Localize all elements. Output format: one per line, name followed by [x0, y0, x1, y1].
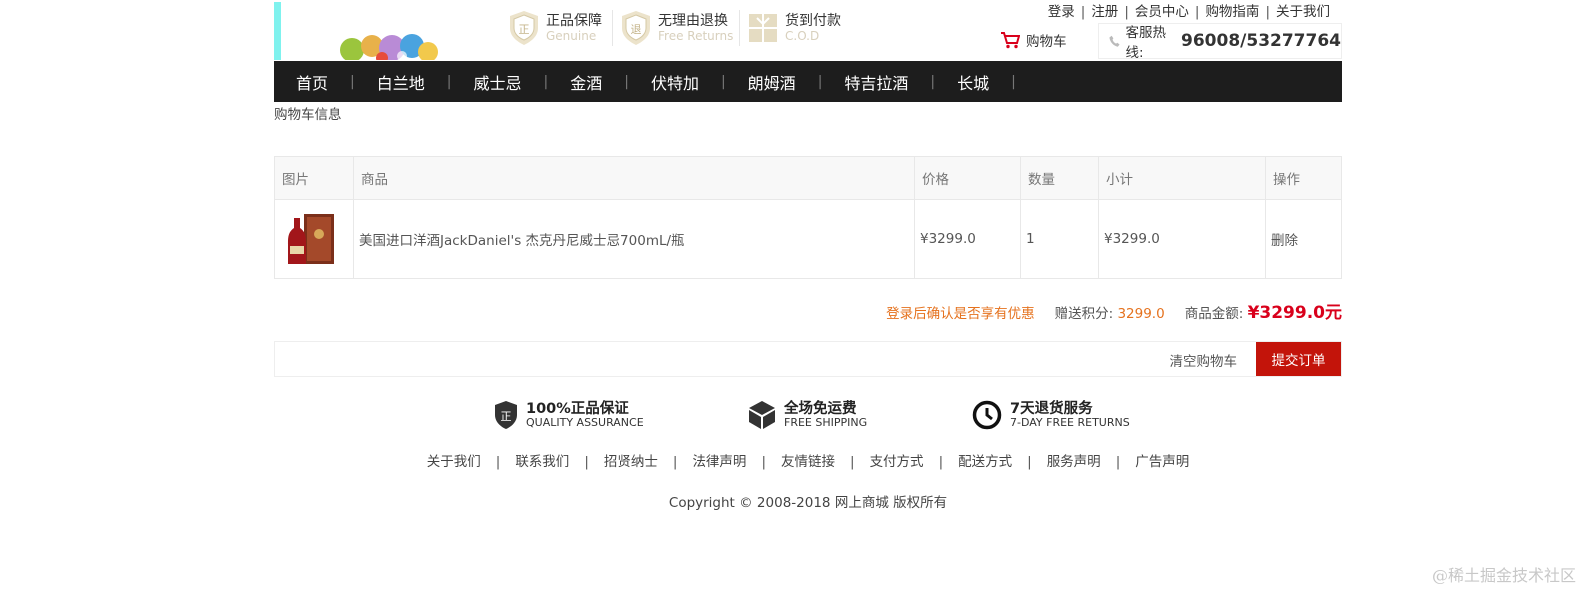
register-link[interactable]: 注册 — [1085, 4, 1124, 20]
copyright: Copyright © 2008-2018 网上商城 版权所有 — [668, 495, 948, 511]
breadcrumb: 购物车信息 — [274, 107, 342, 123]
table-header-row: 图片 商品 价格 数量 小计 操作 — [274, 156, 1342, 200]
submit-order-button[interactable]: 提交订单 — [1256, 342, 1341, 376]
guarantee-title: 7天退货服务 — [1010, 401, 1093, 417]
amount-label: 商品金额: — [1184, 306, 1244, 322]
footer-link-delivery[interactable]: 配送方式 — [943, 454, 1027, 470]
promise-cod: 货到付款 C.O.D — [747, 8, 841, 48]
footer-links: 关于我们 | 联系我们 | 招贤纳士 | 法律声明 | 友情链接 | 支付方式 | 配送方式 | 服务声明 |… — [274, 450, 1342, 470]
genuine-shield-icon: 正 — [510, 11, 538, 45]
nav-item-home[interactable]: 首页 — [274, 70, 350, 94]
guarantee-sub: FREE SHIPPING — [784, 416, 868, 429]
login-discount-link[interactable]: 登录后确认是否享有优惠 — [886, 302, 1035, 322]
header-cart[interactable]: 购物车 — [1000, 30, 1067, 50]
product-price: ¥3299.0 — [914, 199, 1021, 279]
column-header: 图片 — [274, 156, 354, 200]
amount-summary: 商品金额: ¥3299.0元 — [1185, 298, 1342, 323]
promise-sub: Genuine — [546, 29, 597, 43]
promise-title: 正品保障 — [546, 13, 602, 29]
footer-link-ads[interactable]: 广告声明 — [1120, 454, 1204, 470]
column-header: 小计 — [1098, 156, 1266, 200]
nav-item-greatwall[interactable]: 长城 — [935, 70, 1011, 94]
cart-action-bar: 清空购物车 提交订单 — [274, 341, 1342, 377]
footer-link-jobs[interactable]: 招贤纳士 — [589, 454, 673, 470]
nav-item-tequila[interactable]: 特吉拉酒 — [822, 70, 930, 94]
guarantee-returns: 7天退货服务 7-DAY FREE RETURNS — [972, 400, 1130, 430]
product-thumbnail[interactable] — [280, 208, 338, 270]
nav-item-rum[interactable]: 朗姆酒 — [726, 70, 818, 94]
svg-text:正: 正 — [501, 410, 512, 423]
login-link[interactable]: 登录 — [1042, 4, 1081, 20]
cart-summary: 登录后确认是否享有优惠 赠送积分: 3299.0 商品金额: ¥3299.0元 — [886, 298, 1342, 323]
svg-text:退: 退 — [631, 23, 642, 36]
guarantee-sub: 7-DAY FREE RETURNS — [1010, 416, 1130, 429]
points-value: 3299.0 — [1117, 306, 1165, 322]
promise-sub: Free Returns — [658, 29, 734, 43]
guarantee-quality: 正 100%正品保证 QUALITY ASSURANCE — [494, 400, 644, 430]
shipping-box-icon — [749, 401, 775, 429]
cart-label: 购物车 — [1026, 34, 1067, 50]
column-header: 数量 — [1020, 156, 1099, 200]
guarantee-title: 全场免运费 — [784, 401, 857, 417]
product-subtotal: ¥3299.0 — [1098, 199, 1266, 279]
cod-box-icon — [749, 14, 777, 42]
nav-item-gin[interactable]: 金酒 — [548, 70, 624, 94]
cart-icon — [1001, 32, 1020, 49]
amount-value: ¥3299.0元 — [1247, 303, 1342, 323]
footer-link-payment[interactable]: 支付方式 — [855, 454, 939, 470]
main-nav: 首页 | 白兰地 | 威士忌 | 金酒 | 伏特加 | 朗姆酒 | 特吉拉酒 | 长城 | — [274, 61, 1342, 102]
hotline-label: 客服热线: — [1125, 25, 1167, 61]
svg-text:正: 正 — [519, 23, 530, 36]
footer-link-contact[interactable]: 联系我们 — [500, 454, 584, 470]
promise-sub: C.O.D — [785, 29, 820, 43]
top-links: 登录 | 注册 | 会员中心 | 购物指南 | 关于我们 — [1042, 0, 1336, 20]
site-logo[interactable] — [274, 2, 444, 60]
quality-shield-icon: 正 — [495, 401, 517, 429]
nav-item-whisky[interactable]: 威士忌 — [451, 70, 543, 94]
points-label: 赠送积分: — [1054, 306, 1114, 322]
footer-link-service[interactable]: 服务声明 — [1032, 454, 1116, 470]
logo-accent-bar — [274, 2, 281, 60]
nav-item-vodka[interactable]: 伏特加 — [629, 70, 721, 94]
hotline-number: 96008/53277764 — [1181, 31, 1341, 51]
member-center-link[interactable]: 会员中心 — [1129, 4, 1195, 20]
promise-divider — [612, 10, 613, 46]
about-us-link[interactable]: 关于我们 — [1270, 4, 1336, 20]
link-divider: | — [850, 454, 855, 470]
guarantee-title: 100%正品保证 — [526, 401, 629, 417]
column-header: 操作 — [1265, 156, 1342, 200]
returns-shield-icon: 退 — [622, 11, 650, 45]
promise-title: 货到付款 — [785, 13, 841, 29]
link-divider: | — [1027, 454, 1032, 470]
guarantee-sub: QUALITY ASSURANCE — [526, 416, 644, 429]
column-header: 价格 — [914, 156, 1021, 200]
promise-returns: 退 无理由退换 Free Returns — [620, 8, 733, 48]
product-name[interactable]: 美国进口洋酒JackDaniel's 杰克丹尼威士忌700mL/瓶 — [353, 199, 915, 279]
nav-divider: | — [1011, 73, 1016, 90]
footer-link-legal[interactable]: 法律声明 — [677, 454, 761, 470]
points-summary: 赠送积分: 3299.0 — [1055, 302, 1165, 322]
shopping-guide-link[interactable]: 购物指南 — [1199, 4, 1265, 20]
promise-genuine: 正 正品保障 Genuine — [508, 8, 602, 48]
clock-icon — [972, 400, 1002, 430]
product-quantity: 1 — [1020, 199, 1099, 279]
product-image-cell — [274, 199, 354, 279]
cart-table: 图片 商品 价格 数量 小计 操作 美国进口洋酒JackDaniel's 杰克丹… — [274, 156, 1342, 279]
promise-divider — [739, 10, 740, 46]
footer-link-about[interactable]: 关于我们 — [412, 454, 496, 470]
clear-cart-link[interactable]: 清空购物车 — [1170, 350, 1238, 370]
nav-item-brandy[interactable]: 白兰地 — [355, 70, 447, 94]
watermark: @稀土掘金技术社区 — [1431, 566, 1576, 585]
guarantee-shipping: 全场免运费 FREE SHIPPING — [748, 400, 867, 430]
delete-link[interactable]: 删除 — [1265, 199, 1342, 279]
table-row: 美国进口洋酒JackDaniel's 杰克丹尼威士忌700mL/瓶 ¥3299.… — [274, 199, 1342, 279]
hotline-box: 客服热线: 96008/53277764 — [1098, 23, 1342, 61]
phone-icon — [1109, 35, 1120, 47]
logo-grapes-image — [340, 34, 438, 60]
promise-title: 无理由退换 — [658, 13, 728, 29]
footer-link-friends[interactable]: 友情链接 — [766, 454, 850, 470]
column-header: 商品 — [353, 156, 915, 200]
